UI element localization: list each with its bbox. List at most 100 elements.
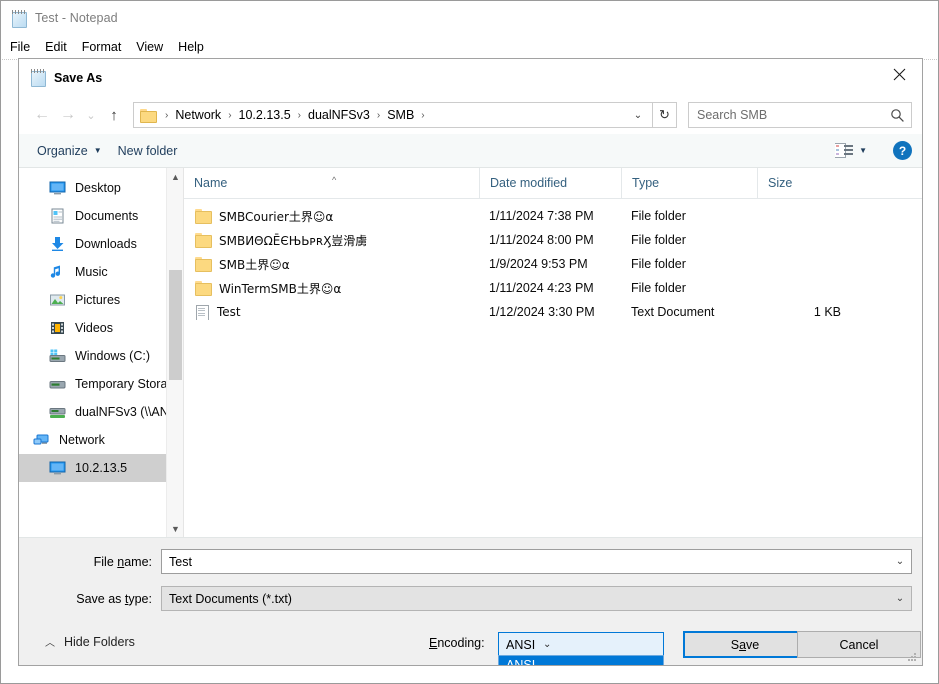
file-date-cell: 1/9/2024 9:53 PM [489,257,588,271]
folder-icon [140,108,157,123]
forward-icon[interactable]: → [55,102,81,128]
navpane-scrollbar[interactable]: ▲ ▼ [166,168,183,537]
breadcrumb-item-share[interactable]: dualNFSv3 [306,107,372,123]
view-options-button[interactable]: ▼ [827,140,875,161]
breadcrumb-item-network[interactable]: Network [173,107,223,123]
table-row[interactable]: SMBИΘΩĒЄЊЬᴘʀӼ豈滑虜 1/11/2024 8:00 PM File … [184,228,922,252]
sidebar-item-dualnfsv3[interactable]: dualNFSv3 (\\AN [19,398,183,426]
chevron-down-icon[interactable]: ⌄ [889,593,911,604]
organize-button[interactable]: Organize ▼ [29,141,110,161]
encoding-select[interactable]: ANSI ⌄ [498,632,664,657]
save-form: File name: Test ⌄ Save as type: Text Doc… [19,539,922,619]
pictures-icon [49,292,66,308]
column-header-size[interactable]: Size [757,168,853,198]
resize-grip[interactable] [906,651,917,662]
sidebar-item-label: Windows (C:) [75,349,151,363]
menu-file[interactable]: File [10,38,39,56]
save-button[interactable]: Sa ve [683,631,807,658]
dialog-footer: ︿ Hide Folders Encoding: ANSI ⌄ ANSI Uni… [19,622,922,665]
column-header-name-label: Name [194,176,228,190]
recent-locations-icon[interactable]: ⌄ [81,102,101,128]
savetype-select[interactable]: Text Documents (*.txt) ⌄ [161,586,912,611]
encoding-dropdown-list[interactable]: ANSI Unicode Unicode big endian UTF-8 [498,655,664,665]
menu-format[interactable]: Format [82,38,131,56]
sidebar-item-label: Music [75,265,108,279]
search-icon [890,108,905,123]
documents-icon [49,208,66,224]
dialog-titlebar: Save As [19,59,922,96]
file-type-cell: Text Document [631,305,715,319]
file-name-cell: WinTermSMB土界☺α [184,280,479,297]
sidebar-item-10-2-13-5[interactable]: 10.2.13.5 [19,454,183,482]
table-row[interactable]: SMBCourier土界☺α 1/11/2024 7:38 PM File fo… [184,204,922,228]
breadcrumb-item-host[interactable]: 10.2.13.5 [237,107,293,123]
search-input[interactable]: Search SMB [688,102,912,128]
new-folder-button[interactable]: New folder [110,141,186,161]
chevron-down-icon: ▼ [859,146,867,155]
chevron-down-icon[interactable]: ⌄ [628,103,648,127]
sidebar-item-downloads[interactable]: Downloads [19,230,183,258]
menu-view[interactable]: View [136,38,172,56]
drive-icon [49,376,66,392]
sidebar-item-network[interactable]: Network [19,426,183,454]
file-date-cell: 1/11/2024 8:00 PM [489,233,594,247]
file-type-cell: File folder [631,281,686,295]
text-document-icon [196,304,209,320]
table-row[interactable]: Test 1/12/2024 3:30 PM Text Document 1 K… [184,300,922,324]
sidebar-item-documents[interactable]: Documents [19,202,183,230]
refresh-icon[interactable]: ↻ [653,102,677,128]
file-name: Test [217,305,241,319]
network-icon [33,432,50,448]
close-icon[interactable] [876,59,922,89]
table-row[interactable]: WinTermSMB土界☺α 1/11/2024 4:23 PM File fo… [184,276,922,300]
drive-icon [49,348,66,364]
sidebar-item-label: Desktop [75,181,121,195]
breadcrumb-item-smb[interactable]: SMB [385,107,416,123]
file-type-cell: File folder [631,233,686,247]
file-name-cell: Test [184,304,479,320]
scrollbar-thumb[interactable] [169,270,182,380]
screen: Test - Notepad File Edit Format View Hel… [0,0,939,684]
folder-icon [195,257,212,272]
sidebar-item-windows-c[interactable]: Windows (C:) [19,342,183,370]
sidebar-item-desktop[interactable]: Desktop [19,174,183,202]
filename-value: Test [169,554,192,569]
column-header-name[interactable]: Name ^ [184,168,479,198]
help-icon[interactable]: ? [893,141,912,160]
encoding-option-ansi[interactable]: ANSI [499,656,663,665]
command-bar: Organize ▼ New folder ▼ ? [19,134,922,168]
savetype-row: Save as type: Text Documents (*.txt) ⌄ [19,584,922,613]
sidebar-item-videos[interactable]: Videos [19,314,183,342]
back-icon[interactable]: ← [29,102,55,128]
notepad-titlebar: Test - Notepad [1,1,938,35]
network-drive-icon [49,404,66,420]
file-type-cell: File folder [631,257,686,271]
sidebar-item-pictures[interactable]: Pictures [19,286,183,314]
table-row[interactable]: SMB土界☺α 1/9/2024 9:53 PM File folder [184,252,922,276]
column-header-date-modified[interactable]: Date modified [479,168,621,198]
scroll-down-icon[interactable]: ▼ [167,520,183,537]
chevron-down-icon[interactable]: ⌄ [535,639,559,650]
chevron-down-icon[interactable]: ⌄ [889,556,911,567]
save-as-dialog: Save As ← → ⌄ ↑ › Network › 10.2.13.5 › … [18,58,923,666]
sidebar-item-temporary-storage[interactable]: Temporary Stora [19,370,183,398]
menu-help[interactable]: Help [178,38,213,56]
up-icon[interactable]: ↑ [101,102,127,128]
file-date-cell: 1/11/2024 4:23 PM [489,281,594,295]
file-name-cell: SMB土界☺α [184,256,479,273]
sidebar-item-music[interactable]: Music [19,258,183,286]
sidebar-item-label: Downloads [75,237,137,251]
filename-input[interactable]: Test ⌄ [161,549,912,574]
breadcrumb-separator: › [228,109,232,121]
hide-folders-button[interactable]: ︿ Hide Folders [45,634,135,650]
folder-icon [195,233,212,248]
breadcrumb[interactable]: › Network › 10.2.13.5 › dualNFSv3 › SMB … [133,102,653,128]
column-header-type[interactable]: Type [621,168,757,198]
menu-edit[interactable]: Edit [45,38,76,56]
desktop-icon [49,180,66,196]
cancel-button[interactable]: Cancel [797,631,921,658]
dialog-title: Save As [54,70,103,85]
scroll-up-icon[interactable]: ▲ [167,168,183,185]
file-name: SMBCourier土界☺α [219,209,334,224]
file-size-cell: 1 KB [813,305,841,319]
